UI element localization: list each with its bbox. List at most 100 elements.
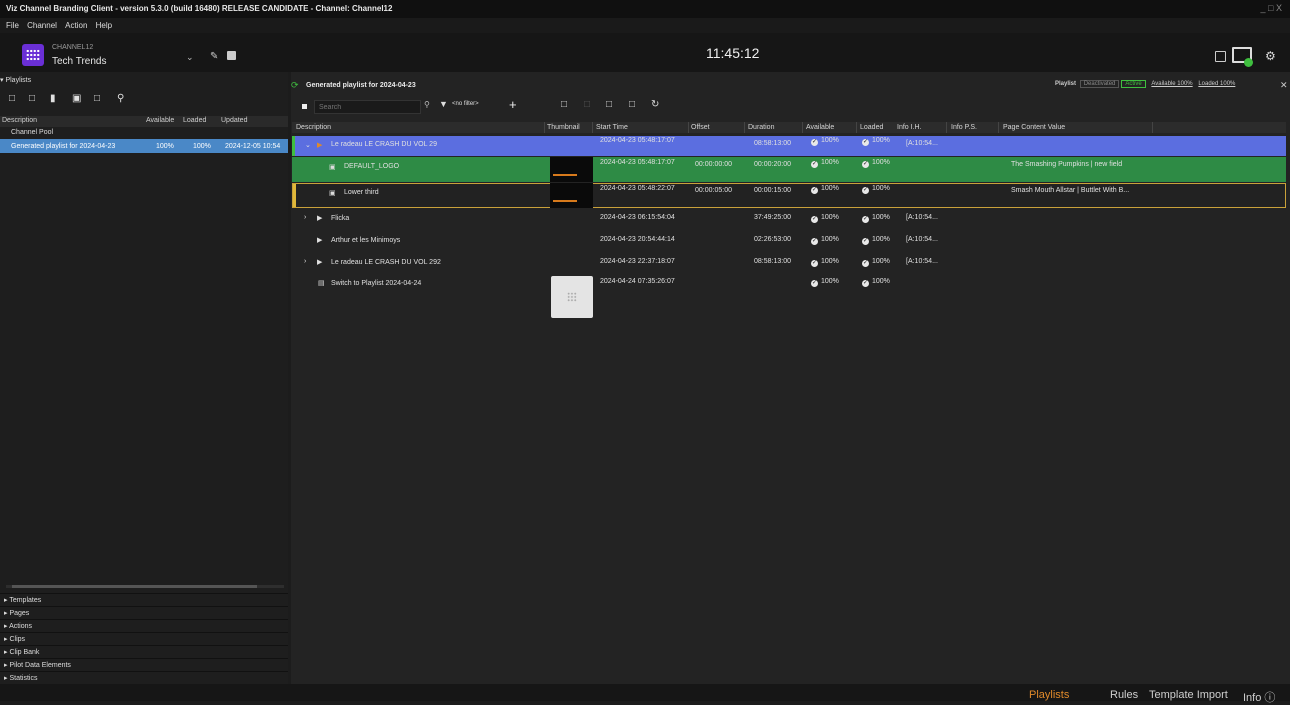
channel-name: CHANNEL12 bbox=[52, 44, 94, 51]
refresh-status-icon: ⟳ bbox=[291, 80, 299, 90]
move-icon[interactable]: □ bbox=[606, 99, 612, 110]
add-icon[interactable]: + bbox=[509, 97, 517, 112]
tab-info[interactable]: Info ⓘ bbox=[1243, 689, 1275, 705]
playlists-section-header[interactable]: ▾ Playlists bbox=[0, 76, 31, 84]
window-controls[interactable]: _ □ X bbox=[1261, 3, 1282, 13]
row-description: DEFAULT_LOGO bbox=[344, 163, 400, 170]
menu-action[interactable]: Action bbox=[65, 21, 87, 30]
search-icon[interactable]: ⚲ bbox=[117, 93, 124, 104]
add-icon[interactable] bbox=[227, 51, 236, 60]
accordion-pages[interactable]: ▸ Pages bbox=[0, 606, 288, 619]
menu-help[interactable]: Help bbox=[96, 21, 112, 30]
chevron-down-icon[interactable]: ⌄ bbox=[186, 52, 194, 63]
row-duration: 00:00:15:00 bbox=[754, 187, 791, 194]
row-description: Le radeau LE CRASH DU VOL 292 bbox=[331, 259, 441, 266]
deactivated-toggle[interactable]: Deactivated bbox=[1079, 80, 1120, 88]
channel-logo-icon[interactable] bbox=[22, 44, 44, 66]
accordion-templates[interactable]: ▸ Templates bbox=[0, 593, 288, 606]
row-info: [A:10:54... bbox=[906, 258, 938, 265]
playlist-status: Playlist Deactivated Active Available 100… bbox=[1055, 80, 1235, 88]
col-thumbnail[interactable]: Thumbnail bbox=[547, 124, 580, 131]
col-info-ps[interactable]: Info P.S. bbox=[951, 124, 977, 131]
row-available: ✓ 100% bbox=[811, 214, 839, 223]
table-row[interactable]: › ▶ Le radeau LE CRASH DU VOL 292 2024-0… bbox=[292, 253, 1286, 273]
row-start: 2024-04-23 20:54:44:14 bbox=[600, 236, 675, 243]
col-description[interactable]: Description bbox=[2, 117, 37, 124]
insert-icon[interactable]: □ bbox=[561, 99, 567, 110]
active-toggle[interactable]: Active bbox=[1121, 80, 1146, 88]
gear-icon[interactable]: ⚙ bbox=[1265, 49, 1276, 63]
channel-title: Tech Trends bbox=[52, 56, 107, 67]
col-offset[interactable]: Offset bbox=[691, 124, 710, 131]
accordion-clips[interactable]: ▸ Clips bbox=[0, 632, 288, 645]
row-offset: 00:00:00:00 bbox=[695, 161, 732, 168]
horizontal-scrollbar[interactable] bbox=[6, 585, 284, 588]
stop-icon[interactable] bbox=[302, 104, 307, 109]
row-start: 2024-04-23 05:48:22:07 bbox=[600, 185, 675, 192]
row-info: [A:10:54... bbox=[906, 236, 938, 243]
col-available[interactable]: Available bbox=[806, 124, 834, 131]
col-page-content[interactable]: Page Content Value bbox=[1003, 124, 1065, 131]
tab-playlists[interactable]: Playlists bbox=[1029, 689, 1069, 701]
tab-template-import[interactable]: Template Import bbox=[1149, 689, 1228, 701]
col-loaded[interactable]: Loaded bbox=[860, 124, 883, 131]
table-row[interactable]: › ▶ Flicka 2024-04-23 06:15:54:04 37:49:… bbox=[292, 209, 1286, 229]
row-loaded: ✓ 100% bbox=[862, 137, 890, 146]
menu-channel[interactable]: Channel bbox=[27, 21, 57, 30]
device-icon[interactable] bbox=[1215, 51, 1226, 62]
col-start-time[interactable]: Start Time bbox=[596, 124, 628, 131]
row-duration: 08:58:13:00 bbox=[754, 140, 791, 147]
accordion-statistics[interactable]: ▸ Statistics bbox=[0, 671, 288, 684]
row-description: Lower third bbox=[344, 189, 379, 196]
table-row[interactable]: ▤ Switch to Playlist 2024-04-24 2024-04-… bbox=[292, 275, 1286, 321]
chevron-right-icon[interactable]: › bbox=[304, 258, 306, 265]
title-bar: Viz Channel Branding Client - version 5.… bbox=[0, 0, 1290, 18]
table-row-selected[interactable]: ⌄ ▶ Le radeau LE CRASH DU VOL 29 2024-04… bbox=[292, 136, 1286, 156]
import-playlist-icon[interactable]: □ bbox=[29, 93, 35, 104]
table-row[interactable]: ▣ Lower third 2024-04-23 05:48:22:07 00:… bbox=[292, 183, 1286, 208]
row-thumbnail bbox=[550, 183, 593, 208]
disabled-action-icon[interactable]: □ bbox=[584, 99, 590, 110]
accordion-pilot-data-elements[interactable]: ▸ Pilot Data Elements bbox=[0, 658, 288, 671]
col-duration[interactable]: Duration bbox=[748, 124, 774, 131]
copy-playlist-icon[interactable]: ▣ bbox=[72, 93, 81, 104]
row-loaded: ✓ 100% bbox=[862, 159, 890, 168]
program-icon: ▶ bbox=[317, 259, 323, 266]
playlist-label: Playlist bbox=[1055, 81, 1077, 87]
row-available: ✓ 100% bbox=[811, 258, 839, 267]
row-offset: 00:00:05:00 bbox=[695, 187, 732, 194]
chevron-right-icon[interactable]: › bbox=[304, 214, 306, 221]
menu-file[interactable]: File bbox=[6, 21, 19, 30]
col-loaded[interactable]: Loaded bbox=[183, 117, 206, 124]
list-item[interactable]: Channel Pool bbox=[0, 128, 288, 138]
row-duration: 08:58:13:00 bbox=[754, 258, 791, 265]
search-input[interactable] bbox=[315, 101, 413, 113]
accordion-clip-bank[interactable]: ▸ Clip Bank bbox=[0, 645, 288, 658]
export-playlist-icon[interactable]: □ bbox=[94, 93, 100, 104]
accordion-actions[interactable]: ▸ Actions bbox=[0, 619, 288, 632]
program-icon: ▶ bbox=[317, 215, 323, 222]
search-icon[interactable]: ⚲ bbox=[424, 100, 430, 109]
col-description[interactable]: Description bbox=[296, 124, 331, 131]
template-icon: ▣ bbox=[329, 190, 336, 197]
col-info-ih[interactable]: Info I.H. bbox=[897, 124, 922, 131]
upload-icon[interactable]: □ bbox=[629, 99, 635, 110]
row-loaded: ✓ 100% bbox=[862, 258, 890, 267]
table-row[interactable]: ▣ DEFAULT_LOGO 2024-04-23 05:48:17:07 00… bbox=[292, 157, 1286, 182]
tab-rules[interactable]: Rules bbox=[1110, 689, 1138, 701]
row-description: Flicka bbox=[331, 215, 350, 222]
delete-icon[interactable]: ▮ bbox=[50, 93, 56, 104]
col-updated[interactable]: Updated bbox=[221, 117, 247, 124]
new-playlist-icon[interactable]: □ bbox=[9, 93, 15, 104]
close-icon[interactable]: ✕ bbox=[1280, 80, 1288, 91]
chevron-down-icon[interactable]: ⌄ bbox=[305, 141, 311, 149]
edit-icon[interactable]: ✎ bbox=[210, 51, 218, 62]
reload-icon[interactable]: ↻ bbox=[651, 99, 659, 110]
col-available[interactable]: Available bbox=[146, 117, 174, 124]
menu-bar: File Channel Action Help bbox=[0, 18, 1290, 33]
filter-select[interactable]: <no filter> bbox=[452, 101, 479, 107]
monitor-status-icon[interactable] bbox=[1232, 47, 1253, 67]
row-thumbnail-placeholder bbox=[551, 276, 593, 318]
filter-icon[interactable]: ▼ bbox=[439, 99, 448, 109]
table-row[interactable]: ▶ Arthur et les Minimoys 2024-04-23 20:5… bbox=[292, 231, 1286, 251]
